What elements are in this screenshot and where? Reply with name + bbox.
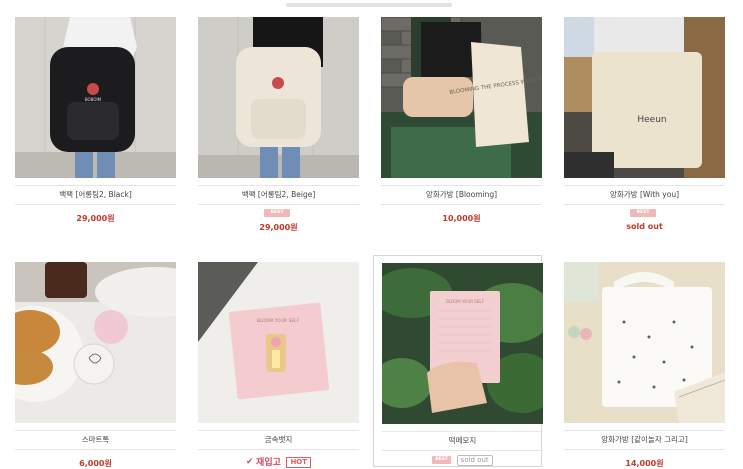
product-image-4[interactable]: Heeun [564,17,725,178]
product-name[interactable]: 앙화가방 [With you] [564,185,725,205]
tote-together-photo [564,262,725,423]
product-name[interactable]: 떡메모지 [382,431,543,451]
product-card-7[interactable]: BLOOM YOUR SELF 떡메모지 BEST sold out [373,255,543,467]
product-name[interactable]: 앙화가방 [같이놀자 그리고] [564,430,725,450]
product-name[interactable]: 금속뱃지 [198,430,359,450]
best-badge: BEST [630,209,656,217]
best-badge: BEST [264,209,290,217]
product-name[interactable]: 앙화가방 [Blooming] [381,185,542,205]
svg-text:BLOOM YOUR SELF: BLOOM YOUR SELF [257,318,300,324]
product-image-1[interactable]: BOBOIM [15,17,176,178]
product-image-7[interactable]: BLOOM YOUR SELF [382,263,543,424]
product-badges: ✔ 재입고 HOT [198,455,359,468]
product-price: 10,000원 [442,214,481,223]
sold-out-label: sold out [626,222,663,231]
product-grid: BOBOIM 백팩 [어롱팀2, Black] 29,000원 백팩 [어롱팀2… [0,0,743,468]
svg-text:BOBOIM: BOBOIM [85,97,102,102]
product-price: 29,000원 [76,214,115,223]
product-image-5[interactable] [15,262,176,423]
backpack-black-photo: BOBOIM [15,17,176,178]
backpack-beige-photo [198,17,359,178]
product-image-2[interactable] [198,17,359,178]
product-badges: BEST sold out [382,455,543,466]
soldout-badge: sold out [456,455,493,466]
tote-blooming-photo: BLOOMING THE PROCESS WITH YOU [381,17,542,178]
product-image-3[interactable]: BLOOMING THE PROCESS WITH YOU [381,17,542,178]
best-badge: BEST [432,455,452,464]
restock-badge: 재입고 [256,458,281,468]
metal-badge-photo: BLOOM YOUR SELF [198,262,359,423]
product-price: 14,000원 [625,459,664,468]
product-name[interactable]: 스마트톡 [15,430,176,450]
product-name[interactable]: 백팩 [어롱팀2, Beige] [198,185,359,205]
product-image-6[interactable]: BLOOM YOUR SELF [198,262,359,423]
hot-badge: HOT [286,457,312,468]
svg-text:BLOOM YOUR SELF: BLOOM YOUR SELF [446,299,484,304]
smart-tok-photo [15,262,176,423]
product-image-8[interactable] [564,262,725,423]
product-name[interactable]: 백팩 [어롱팀2, Black] [15,185,176,205]
svg-text:Heeun: Heeun [637,115,666,125]
product-price: 6,000원 [79,459,112,468]
product-price: 29,000원 [259,223,298,232]
tote-with-you-photo: Heeun [564,17,725,178]
memo-pad-photo: BLOOM YOUR SELF [382,263,543,424]
